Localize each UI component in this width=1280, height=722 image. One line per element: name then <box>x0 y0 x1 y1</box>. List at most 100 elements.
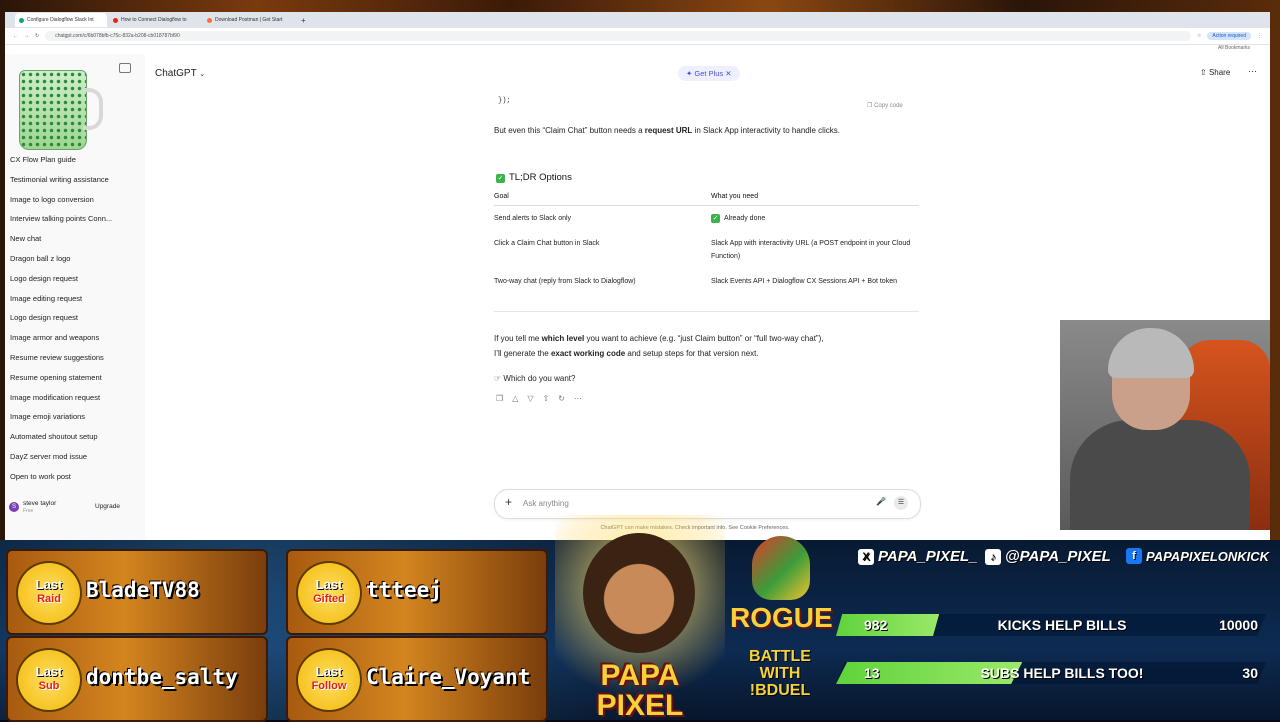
sidebar-item[interactable]: CX Flow Plan guide <box>5 150 145 170</box>
forward-icon[interactable]: → <box>24 33 29 39</box>
bold-text: exact working code <box>550 349 626 358</box>
prompt-input[interactable]: Ask anything <box>523 499 569 508</box>
copy-code-button[interactable]: ❐ Copy code <box>867 102 903 109</box>
bold-text: which level <box>541 334 585 343</box>
thumbs-up-icon[interactable]: △ <box>512 394 518 403</box>
tldr-title: TL;DR Options <box>509 172 572 183</box>
browser-tab-1[interactable]: Configure Dialogflow Slack Int <box>15 13 107 27</box>
sidebar-item[interactable]: Image editing request <box>5 289 145 309</box>
share-icon[interactable]: ⇧ <box>542 394 549 403</box>
bookmark-star-icon[interactable]: ☆ <box>1197 33 1201 39</box>
attach-plus-icon[interactable]: + <box>505 495 512 509</box>
sidebar-item[interactable]: Resume opening statement <box>5 368 145 388</box>
browser-tab-2[interactable]: How to Connect Dialogflow to <box>109 13 201 27</box>
browser-tab-3[interactable]: Download Postman | Get Start <box>203 13 295 27</box>
sidebar-item[interactable]: Interview talking points Conn... <box>5 209 145 229</box>
battle-line: BATTLE <box>749 648 811 665</box>
goal-max: 10000 <box>1219 617 1258 633</box>
copy-icon: ❐ <box>867 103 873 109</box>
badge-bottom: Gifted <box>313 593 345 605</box>
options-table: Goal What you need Send alerts to Slack … <box>494 188 919 294</box>
pointing-hand-icon: ☞ <box>494 374 502 383</box>
text: you want to achieve (e.g. “just Claim bu… <box>584 334 824 343</box>
message-actions: ❐ △ ▽ ⇧ ↻ ⋯ <box>496 394 582 403</box>
sidebar-toggle-icon[interactable]: toggle <box>119 63 131 73</box>
divider <box>494 311 919 312</box>
update-badge[interactable]: Action required <box>1207 32 1251 40</box>
code-block-end: }); <box>498 97 511 105</box>
tab-label: How to Connect Dialogflow to <box>121 17 187 23</box>
sidebar-item[interactable]: Image emoji variations <box>5 407 145 427</box>
goal-current: 982 <box>864 617 888 633</box>
last-sub-card: Last Sub dontbe_salty <box>6 636 268 722</box>
model-selector[interactable]: ChatGPT ⌄ <box>155 68 205 79</box>
new-tab-icon[interactable]: + <box>301 16 306 25</box>
all-bookmarks[interactable]: All Bookmarks <box>1218 45 1250 51</box>
copy-icon[interactable]: ❐ <box>496 394 503 403</box>
last-badge: Last Gifted <box>296 561 362 625</box>
table-cell-need: ✓ Already done <box>711 206 919 232</box>
sidebar-item[interactable]: Open to work post <box>5 467 145 487</box>
tab-label: Download Postman | Get Start <box>215 17 283 23</box>
social-handle: PAPAPIXELONKICK <box>1146 548 1270 564</box>
regenerate-icon[interactable]: ↻ <box>558 394 565 403</box>
sidebar-item[interactable]: Logo design request <box>5 269 145 289</box>
sidebar-item[interactable]: Image modification request <box>5 388 145 408</box>
tab-label: Configure Dialogflow Slack Int <box>27 17 94 23</box>
sidebar-item[interactable]: Dragon ball z logo <box>5 249 145 269</box>
back-icon[interactable]: ← <box>13 33 18 39</box>
sidebar-item[interactable]: DayZ server mod issue <box>5 447 145 467</box>
more-icon[interactable]: ⋯ <box>574 394 582 403</box>
more-options-icon[interactable]: ⋯ <box>1248 66 1257 77</box>
avatar: S <box>9 502 19 512</box>
rogue-text: ROGUE <box>730 602 833 633</box>
mug-handle <box>83 88 103 130</box>
get-plus-button[interactable]: ✦ Get Plus ✕ <box>678 66 740 81</box>
table-cell-need: Slack Events API + Dialogflow CX Session… <box>711 278 897 285</box>
battle-line: WITH <box>759 665 801 682</box>
table-row: Send alerts to Slack only ✓ Already done <box>494 206 919 232</box>
browser-menu-icon[interactable]: ⋮ <box>1257 33 1262 39</box>
card-name: Claire_Voyant <box>366 665 531 689</box>
share-button[interactable]: ⇧ Share <box>1200 68 1230 77</box>
tab-bar: Configure Dialogflow Slack Int How to Co… <box>5 12 1270 28</box>
user-name: steve taylor <box>23 500 57 507</box>
chat-history-list: CX Flow Plan guide Testimonial writing a… <box>5 150 145 487</box>
sidebar-item[interactable]: Automated shoutout setup <box>5 427 145 447</box>
sidebar: toggle CX Flow Plan guide Testimonial wr… <box>5 54 145 540</box>
tldr-heading: ✓ TL;DR Options <box>496 170 572 185</box>
need-text: Already done <box>724 215 766 222</box>
sidebar-item[interactable]: Image to logo conversion <box>5 190 145 210</box>
sidebar-item[interactable]: Logo design request <box>5 308 145 328</box>
sidebar-item[interactable]: New chat <box>5 229 145 249</box>
microphone-icon[interactable]: 🎤 <box>876 497 886 506</box>
goal-fill <box>836 614 940 636</box>
badge-bottom: Raid <box>37 593 61 605</box>
copy-code-label: Copy code <box>874 103 903 109</box>
question-text: Which do you want? <box>503 374 576 383</box>
voice-mode-icon[interactable]: ☰ <box>894 496 908 510</box>
url-field[interactable]: chatgpt.com/c/6b078bfb-c75c-832a-b208-cb… <box>45 31 1191 41</box>
papa-pixel-logo: PAPA PIXEL <box>555 515 725 721</box>
get-plus-label: Get Plus <box>694 69 724 78</box>
sidebar-item[interactable]: Image armor and weapons <box>5 328 145 348</box>
upgrade-button[interactable]: Upgrade <box>91 501 124 512</box>
thumbs-down-icon[interactable]: ▽ <box>527 394 533 403</box>
level-paragraph: If you tell me which level you want to a… <box>494 331 823 361</box>
sidebar-item[interactable]: Testimonial writing assistance <box>5 170 145 190</box>
goal-current: 13 <box>864 665 880 681</box>
close-icon[interactable]: ✕ <box>725 69 731 78</box>
badge-top: Last <box>35 577 63 592</box>
user-profile[interactable]: S steve taylor Free <box>9 500 56 514</box>
subs-goal-bar: 13 SUBS HELP BILLS TOO! 30 <box>836 662 1266 684</box>
tiktok-logo-icon: ♪ <box>985 548 1001 565</box>
tab-favicon-icon <box>207 17 212 23</box>
reload-icon[interactable]: ↻ <box>35 33 39 39</box>
badge-top: Last <box>35 664 63 679</box>
text: and setup steps for that version next. <box>625 349 759 358</box>
social-handle: PAPA_PIXEL_ <box>878 548 978 565</box>
sidebar-item[interactable]: Resume review suggestions <box>5 348 145 368</box>
battle-line: !BDUEL <box>749 682 811 699</box>
last-badge: Last Sub <box>16 648 82 712</box>
text: I’ll generate the <box>494 349 551 358</box>
